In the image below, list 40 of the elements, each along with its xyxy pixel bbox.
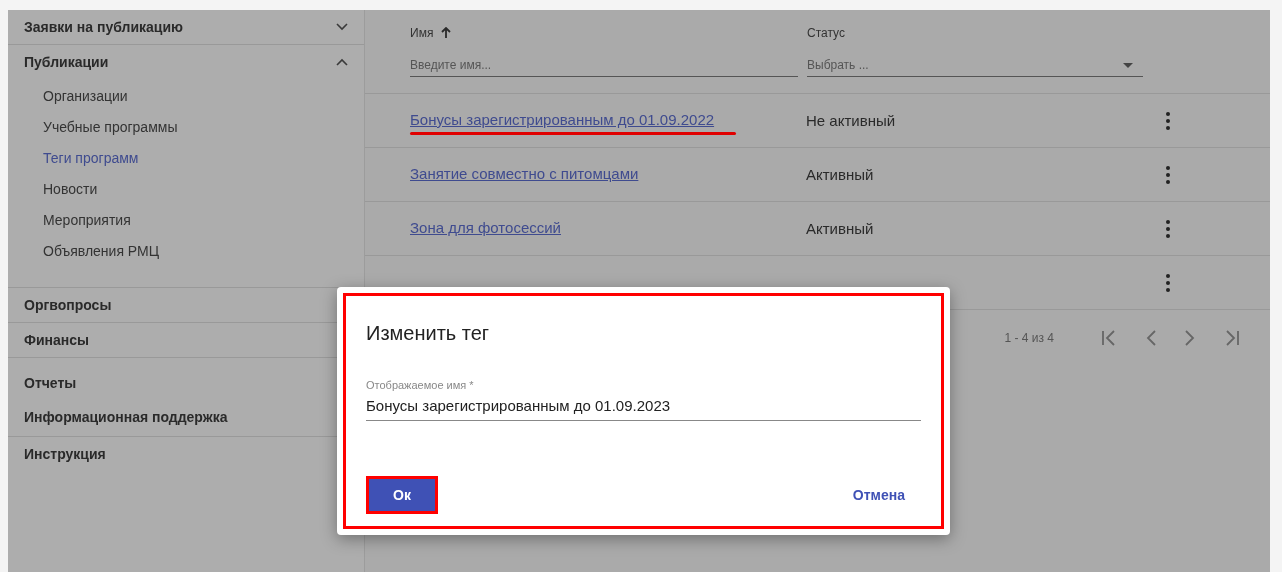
column-header[interactable]: Статус — [807, 26, 845, 40]
menu-item[interactable]: Мероприятия — [43, 205, 131, 236]
ok-button[interactable]: Ок — [366, 476, 438, 514]
status-text: Активный — [806, 220, 874, 237]
dropdown-arrow-icon — [1123, 62, 1133, 68]
menu-item[interactable]: Организации — [43, 81, 128, 112]
previous-page-icon[interactable] — [1146, 330, 1156, 346]
menu-group[interactable]: Финансы — [24, 332, 89, 348]
menu-group[interactable]: Отчеты — [24, 375, 77, 391]
column-header[interactable]: Имя — [410, 26, 434, 40]
tag-link[interactable]: Зона для фотосессий — [410, 219, 561, 238]
menu-item[interactable]: Теги программ — [43, 143, 139, 174]
dialog-title: Изменить тег — [366, 322, 490, 345]
menu-group[interactable]: Публикации — [24, 54, 109, 70]
menu-group[interactable]: Информационная поддержка — [24, 409, 228, 425]
menu-item[interactable]: Учебные программы — [43, 112, 178, 143]
first-page-icon[interactable] — [1101, 330, 1117, 346]
tag-link[interactable]: Бонусы зарегистрированным до 01.09.2022 — [410, 111, 715, 130]
more-icon[interactable] — [1166, 165, 1170, 184]
menu-group[interactable]: Оргвопросы — [24, 297, 112, 313]
chevron-up-icon[interactable] — [336, 58, 348, 66]
page-range: 1 - 4 из 4 — [1004, 331, 1054, 345]
menu-item[interactable]: Объявления РМЦ — [43, 236, 160, 267]
more-icon[interactable] — [1166, 273, 1170, 292]
status-text: Активный — [806, 166, 874, 183]
cancel-button[interactable]: Отмена — [836, 479, 921, 511]
more-icon[interactable] — [1166, 219, 1170, 238]
chevron-down-icon[interactable] — [336, 23, 348, 31]
menu-group[interactable]: Заявки на публикацию — [24, 19, 183, 35]
next-page-icon[interactable] — [1185, 330, 1195, 346]
menu-item[interactable]: Новости — [43, 174, 98, 205]
menu-group[interactable]: Инструкция — [24, 446, 106, 462]
sort-arrow-icon[interactable] — [441, 27, 452, 39]
last-page-icon[interactable] — [1224, 330, 1240, 346]
tag-link[interactable]: Занятие совместно с питомцами — [410, 165, 639, 184]
display-name-field[interactable]: Отображаемое имя * Бонусы зарегистрированным до 01.09.2023 — [366, 379, 921, 421]
name-filter-field[interactable]: Введите имя... — [410, 54, 798, 77]
status-select[interactable]: Выбрать ... — [807, 54, 1143, 77]
status-text: Не активный — [806, 112, 896, 129]
more-icon[interactable] — [1166, 111, 1170, 130]
